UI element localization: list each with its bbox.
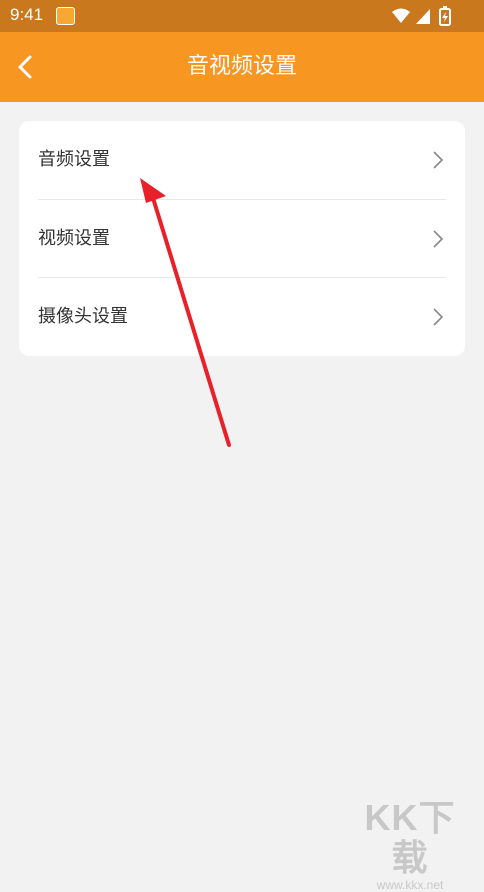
video-settings-item[interactable]: 视频设置 <box>19 200 465 278</box>
audio-settings-item[interactable]: 音频设置 <box>19 121 465 199</box>
battery-charging-icon <box>439 6 451 26</box>
wifi-icon <box>392 8 410 23</box>
watermark: KK下载 www.kkx.net <box>350 798 470 892</box>
settings-card: 音频设置 视频设置 摄像头设置 <box>19 121 465 356</box>
audio-settings-label: 音频设置 <box>38 149 110 170</box>
camera-settings-label: 摄像头设置 <box>38 306 128 327</box>
status-bar: 9:41 <box>0 0 484 32</box>
camera-settings-item[interactable]: 摄像头设置 <box>19 278 465 356</box>
chevron-right-icon <box>433 151 444 169</box>
app-bar: 音视频设置 <box>0 32 484 102</box>
watermark-url: www.kkx.net <box>376 878 444 892</box>
chevron-right-icon <box>433 230 444 248</box>
status-time: 9:41 <box>10 5 44 24</box>
chevron-right-icon <box>433 308 444 326</box>
status-icons <box>390 6 454 26</box>
page-title: 音视频设置 <box>186 54 297 79</box>
video-settings-label: 视频设置 <box>38 228 110 249</box>
signal-icon <box>416 9 430 24</box>
app-notification-icon <box>56 7 75 25</box>
watermark-logo: KK下载 <box>364 797 456 878</box>
